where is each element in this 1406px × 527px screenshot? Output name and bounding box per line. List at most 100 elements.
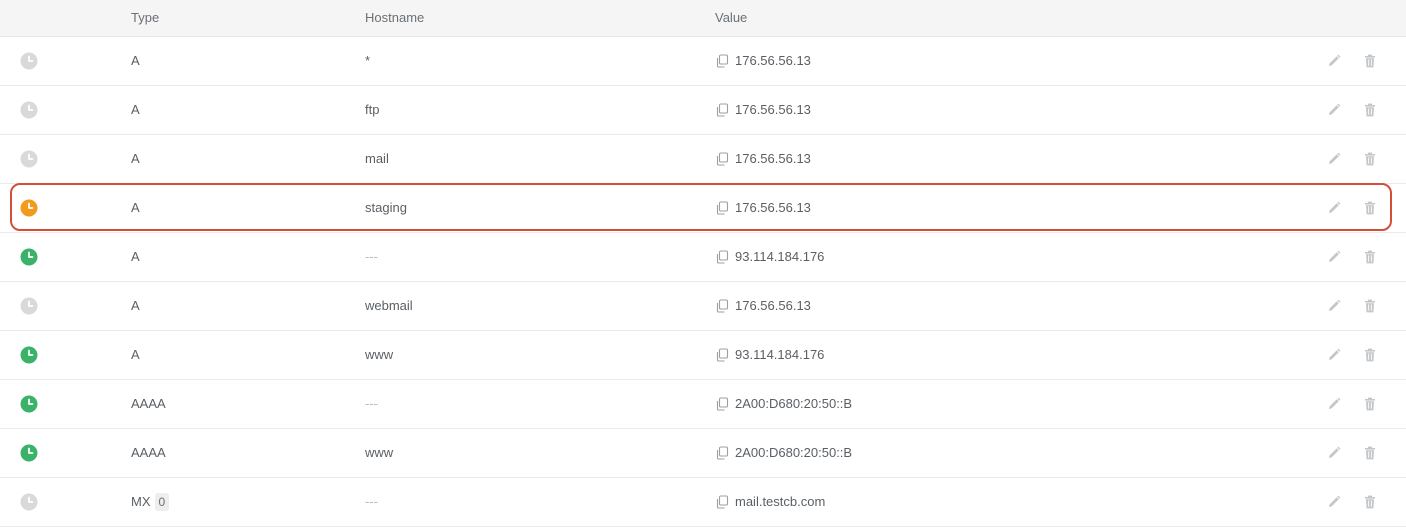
trash-icon[interactable] [1362,249,1378,265]
type-cell: AAAA [131,380,166,428]
copy-icon[interactable] [715,250,729,264]
trash-icon[interactable] [1362,102,1378,118]
copy-icon[interactable] [715,299,729,313]
pencil-icon[interactable] [1326,298,1342,314]
value-cell: 176.56.56.13 [715,37,811,85]
trash-icon[interactable] [1362,298,1378,314]
copy-icon[interactable] [715,446,729,460]
value-cell: 176.56.56.13 [715,135,811,183]
clock-icon [20,493,38,511]
hostname-cell: --- [365,396,378,411]
value-cell: 176.56.56.13 [715,282,811,330]
table-row[interactable]: Aftp 176.56.56.13 [0,86,1406,135]
hostname-cell: * [365,53,371,68]
value-cell: 176.56.56.13 [715,86,811,134]
column-header-type[interactable]: Type [131,10,159,25]
type-cell: A [131,233,140,281]
trash-icon[interactable] [1362,494,1378,510]
clock-icon [20,444,38,462]
record-value: 2A00:D680:20:50::B [735,396,853,411]
record-value: 176.56.56.13 [735,53,811,68]
type-cell: A [131,86,140,134]
clock-icon [20,150,38,168]
hostname-cell: www [365,445,394,460]
hostname-cell: www [365,347,394,362]
clock-icon [20,52,38,70]
table-row[interactable]: AAAA www 2A00:D680:20:50::B [0,429,1406,478]
type-cell: A [131,37,140,85]
column-header-hostname[interactable]: Hostname [365,10,424,25]
table-row[interactable]: Amail 176.56.56.13 [0,135,1406,184]
pencil-icon[interactable] [1326,396,1342,412]
trash-icon[interactable] [1362,151,1378,167]
type-cell: A [131,282,140,330]
record-type: A [131,249,140,264]
clock-icon [20,395,38,413]
copy-icon[interactable] [715,152,729,166]
priority-badge: 0 [154,493,170,511]
record-type: A [131,53,140,68]
value-cell: 93.114.184.176 [715,233,824,281]
record-value: 93.114.184.176 [735,249,825,264]
trash-icon[interactable] [1362,347,1378,363]
value-cell: 176.56.56.13 [715,184,811,232]
clock-icon [20,199,38,217]
dns-records-table: Type Hostname Value A * 176.56.56.13 Aftp 17… [0,0,1406,527]
record-type: A [131,102,140,117]
clock-icon [20,248,38,266]
pencil-icon[interactable] [1326,347,1342,363]
table-row[interactable]: Awww 93.114.184.176 [0,331,1406,380]
hostname-cell: ftp [365,102,380,117]
trash-icon[interactable] [1362,396,1378,412]
record-value: 176.56.56.13 [735,200,811,215]
record-type: MX [131,494,151,509]
table-row[interactable]: A --- 93.114.184.176 [0,233,1406,282]
copy-icon[interactable] [715,54,729,68]
pencil-icon[interactable] [1326,200,1342,216]
type-cell: A [131,184,140,232]
clock-icon [20,346,38,364]
table-row[interactable]: A * 176.56.56.13 [0,37,1406,86]
pencil-icon[interactable] [1326,53,1342,69]
table-header: Type Hostname Value [0,0,1406,37]
record-type: A [131,151,140,166]
hostname-cell: webmail [365,298,413,313]
record-type: AAAA [131,445,166,460]
copy-icon[interactable] [715,201,729,215]
value-cell: 2A00:D680:20:50::B [715,380,852,428]
record-value: 2A00:D680:20:50::B [735,445,853,460]
pencil-icon[interactable] [1326,494,1342,510]
copy-icon[interactable] [715,348,729,362]
record-value: 176.56.56.13 [735,102,811,117]
pencil-icon[interactable] [1326,445,1342,461]
column-header-value[interactable]: Value [715,10,747,25]
record-value: 93.114.184.176 [735,347,825,362]
trash-icon[interactable] [1362,53,1378,69]
copy-icon[interactable] [715,495,729,509]
pencil-icon[interactable] [1326,102,1342,118]
pencil-icon[interactable] [1326,151,1342,167]
trash-icon[interactable] [1362,445,1378,461]
copy-icon[interactable] [715,397,729,411]
table-row[interactable]: Awebmail 176.56.56.13 [0,282,1406,331]
clock-icon [20,297,38,315]
table-row[interactable]: Astaging 176.56.56.13 [0,184,1406,233]
trash-icon[interactable] [1362,200,1378,216]
table-row[interactable]: MX 0 --- mail.testcb.com [0,478,1406,527]
type-cell: A [131,331,140,379]
value-cell: 93.114.184.176 [715,331,824,379]
value-cell: 2A00:D680:20:50::B [715,429,852,477]
type-cell: A [131,135,140,183]
pencil-icon[interactable] [1326,249,1342,265]
hostname-cell: --- [365,494,378,509]
type-cell: MX 0 [131,478,170,526]
record-value: 176.56.56.13 [735,298,811,313]
hostname-cell: --- [365,249,378,264]
copy-icon[interactable] [715,103,729,117]
value-cell: mail.testcb.com [715,478,825,526]
table-body: A * 176.56.56.13 Aftp 176.56.56.13 Amail 176.5… [0,37,1406,527]
table-row[interactable]: AAAA --- 2A00:D680:20:50::B [0,380,1406,429]
record-value: 176.56.56.13 [735,151,811,166]
record-type: A [131,200,140,215]
record-type: AAAA [131,396,166,411]
